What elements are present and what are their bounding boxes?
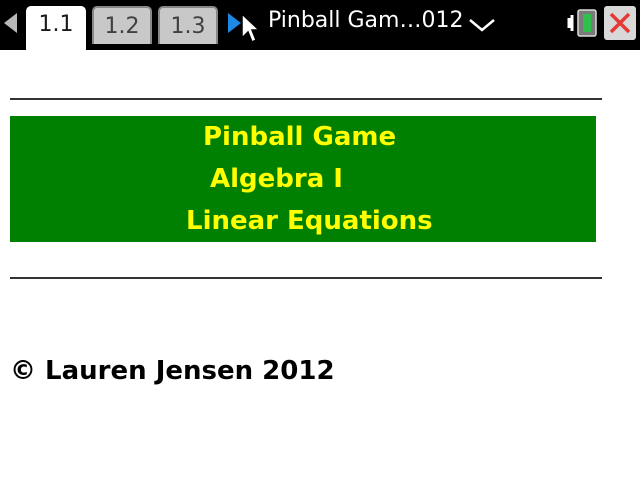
- mouse-pointer-icon: [241, 12, 260, 44]
- top-divider: [10, 98, 602, 100]
- copyright-text: © Lauren Jensen 2012: [10, 356, 335, 386]
- bottom-divider: [10, 277, 602, 279]
- title-line-3: Linear Equations: [186, 206, 433, 236]
- close-button[interactable]: [604, 6, 636, 40]
- tab-1-2[interactable]: 1.2: [92, 6, 152, 44]
- title-banner: Pinball Game Algebra I Linear Equations: [10, 116, 596, 242]
- close-icon: [609, 12, 631, 34]
- chevron-down-icon[interactable]: [468, 18, 496, 32]
- battery-icon: [567, 9, 597, 37]
- tab-1-1[interactable]: 1.1: [26, 6, 86, 52]
- title-line-1: Pinball Game: [203, 122, 397, 152]
- left-arrow-icon[interactable]: [4, 13, 17, 33]
- tab-1-3[interactable]: 1.3: [158, 6, 218, 44]
- title-line-2: Algebra I: [210, 164, 343, 194]
- top-toolbar: 1.1 1.2 1.3 Pinball Gam…012: [0, 0, 640, 52]
- document-title[interactable]: Pinball Gam…012: [268, 8, 463, 33]
